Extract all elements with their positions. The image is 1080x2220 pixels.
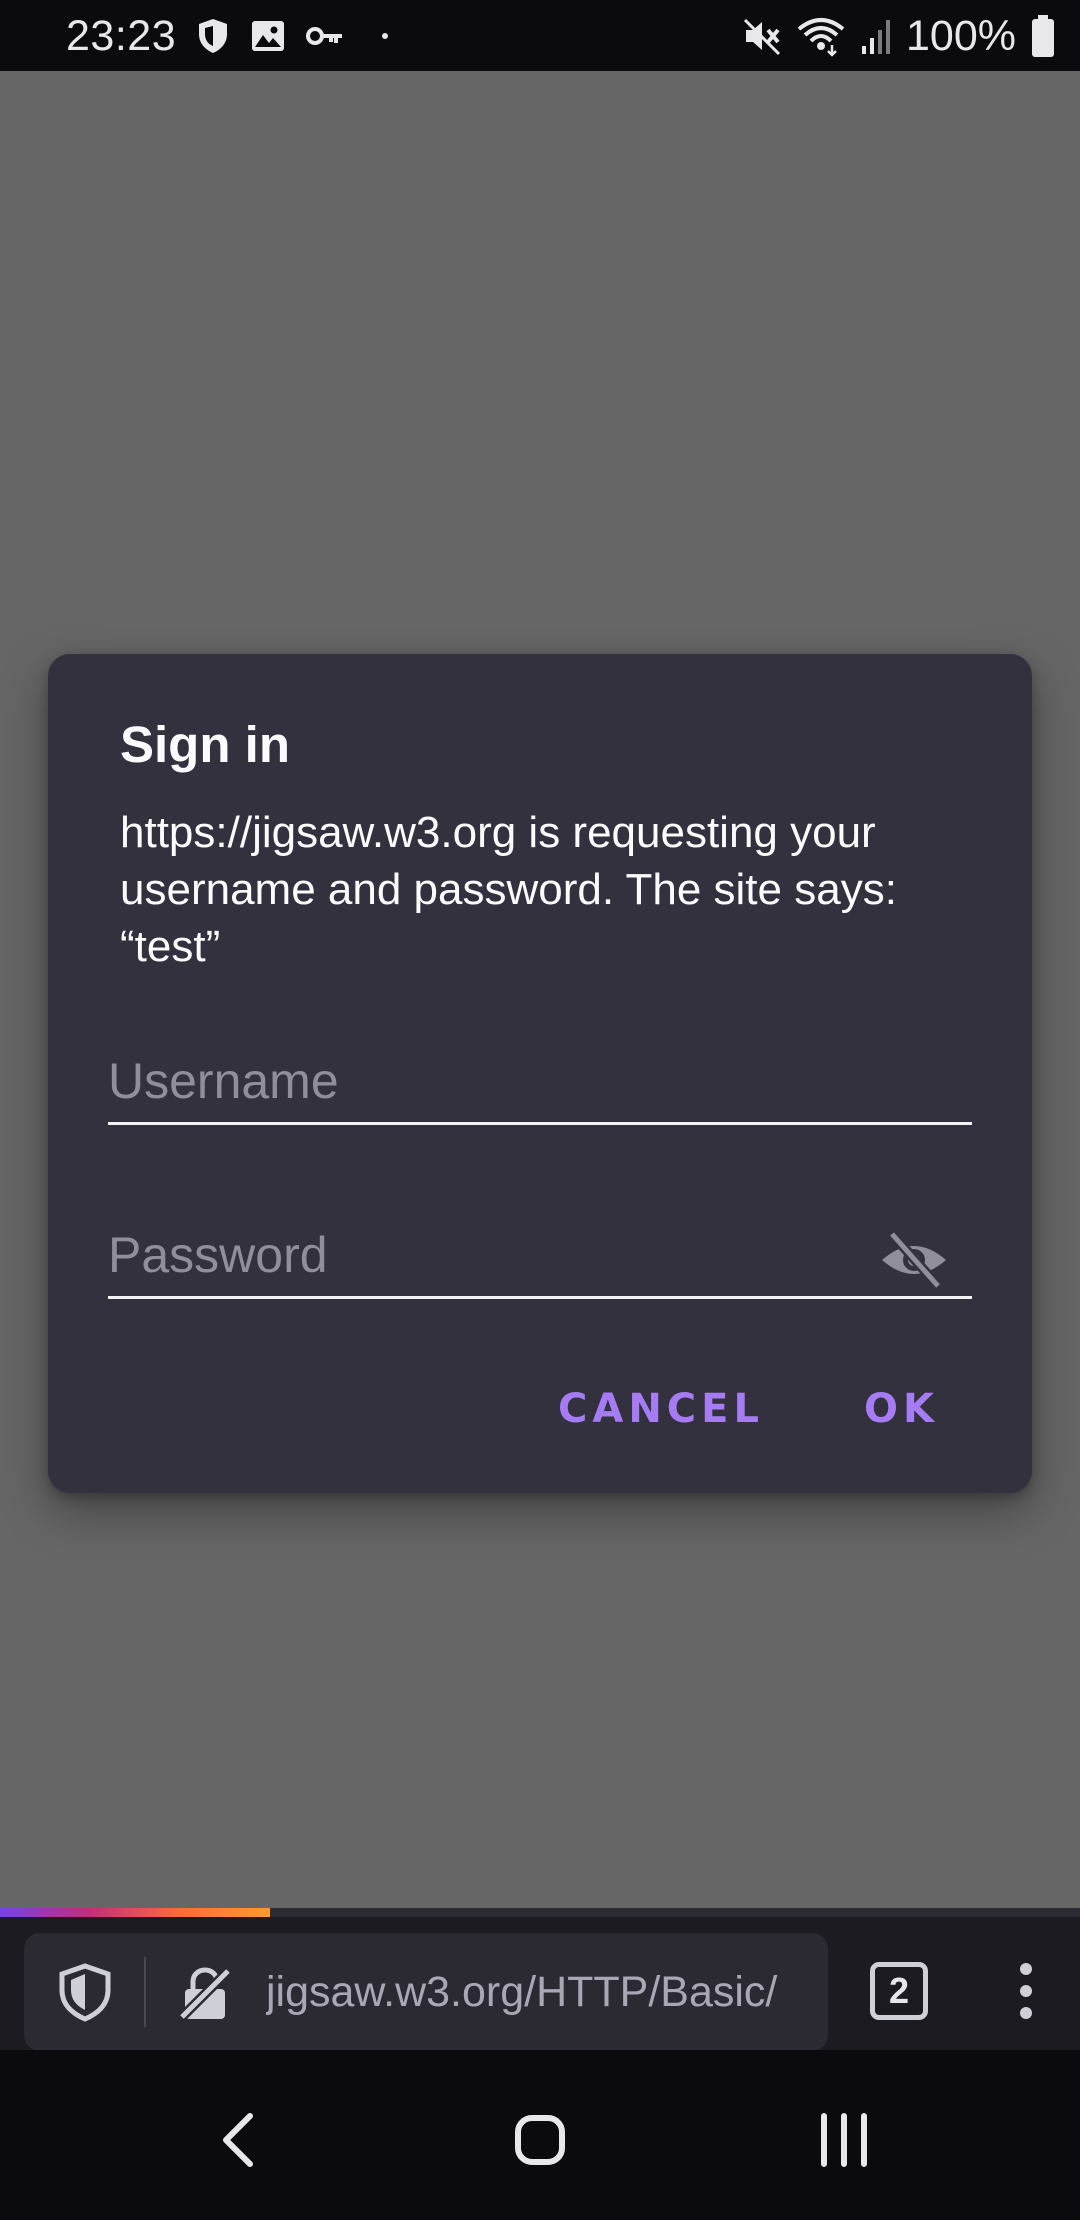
shield-icon — [199, 19, 227, 53]
screen: 23:23 100% Sign in https://jigsaw.w3.org… — [0, 0, 1080, 2220]
dot-icon — [382, 33, 388, 39]
image-icon — [252, 21, 284, 51]
eye-off-icon[interactable] — [878, 1230, 950, 1290]
ok-button[interactable]: OK — [856, 1374, 947, 1444]
battery-percent: 100% — [906, 12, 1016, 60]
dialog-title: Sign in — [120, 716, 290, 773]
browser-toolbar: jigsaw.w3.org/HTTP/Basic/ 2 — [0, 1917, 1080, 2051]
dialog-message: https://jigsaw.w3.org is requesting your… — [120, 808, 897, 971]
wifi-icon — [797, 18, 845, 57]
shield-icon[interactable] — [54, 1961, 116, 2023]
key-icon — [306, 27, 342, 45]
password-input[interactable] — [108, 1214, 888, 1296]
url-bar[interactable]: jigsaw.w3.org/HTTP/Basic/ — [24, 1933, 828, 2051]
url-text: jigsaw.w3.org/HTTP/Basic/ — [266, 1968, 778, 2016]
recents-icon[interactable] — [804, 2100, 884, 2180]
status-right-icons: 100% — [742, 12, 1056, 60]
more-vertical-icon[interactable] — [1006, 1961, 1046, 2021]
home-icon[interactable] — [500, 2100, 580, 2180]
signal-icon — [862, 20, 891, 54]
username-field — [108, 1040, 972, 1125]
back-icon[interactable] — [200, 2100, 280, 2180]
system-nav-bar — [0, 2050, 1080, 2220]
status-bar: 23:23 100% — [0, 0, 1080, 71]
battery-icon — [1032, 15, 1054, 57]
mute-icon — [743, 18, 781, 56]
url-divider — [144, 1957, 146, 2027]
tabs-counter-button[interactable]: 2 — [870, 1962, 928, 2020]
sign-in-dialog: Sign in https://jigsaw.w3.org is request… — [48, 654, 1032, 1493]
username-input[interactable] — [108, 1040, 888, 1122]
status-time: 23:23 — [66, 12, 177, 60]
password-field — [108, 1214, 972, 1299]
insecure-lock-icon[interactable] — [176, 1965, 234, 2023]
cancel-button[interactable]: CANCEL — [550, 1374, 772, 1444]
page-load-progress — [0, 1908, 1080, 1917]
status-left-icons — [196, 16, 388, 56]
progress-fill — [0, 1908, 270, 1917]
